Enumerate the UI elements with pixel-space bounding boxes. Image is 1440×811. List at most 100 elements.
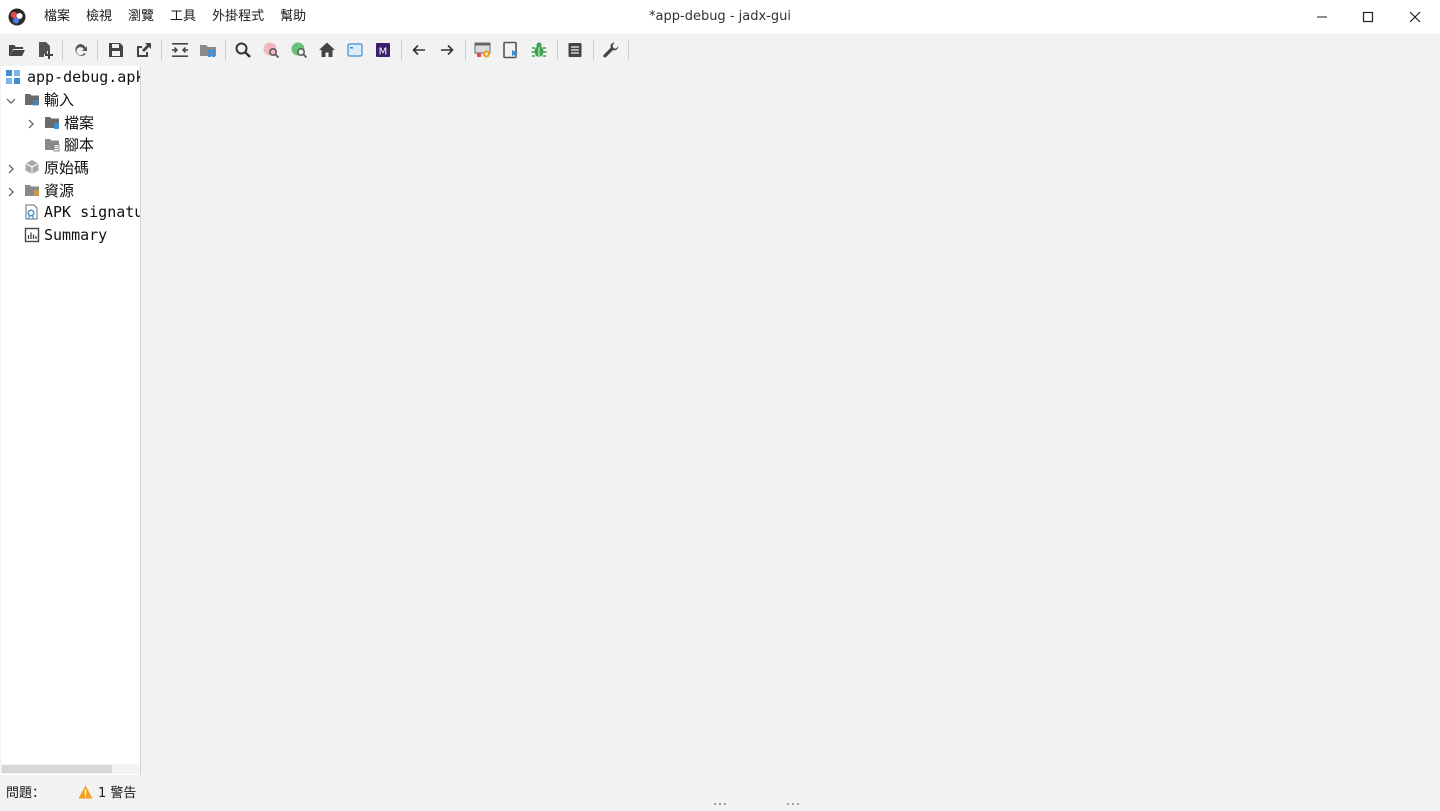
home-button[interactable] [316, 39, 338, 61]
forward-button[interactable] [436, 39, 458, 61]
class-search-icon [291, 42, 308, 59]
tree-label-files: 檔案 [64, 113, 95, 132]
chevron-right-icon[interactable] [5, 186, 17, 198]
quick-view-button[interactable] [344, 39, 366, 61]
tree-node-apk-signature[interactable]: APK signature [24, 201, 140, 223]
add-files-icon [39, 42, 53, 59]
maximize-button[interactable] [1345, 0, 1391, 34]
save-icon [109, 43, 123, 57]
smali-icon: M [376, 43, 390, 58]
device-icon [503, 41, 518, 59]
menu-view[interactable]: 檢視 [78, 0, 120, 34]
toolbar-separator [97, 40, 98, 60]
open-file-button[interactable] [6, 39, 28, 61]
tree-node-files[interactable]: 檔案 [44, 111, 94, 133]
quick-view-icon [347, 43, 363, 57]
minimize-icon [1317, 16, 1327, 18]
toolbar-separator [401, 40, 402, 60]
tree-label-summary: Summary [44, 226, 108, 244]
tree-node-root[interactable]: app-debug.apk [5, 66, 141, 88]
reload-button[interactable] [69, 39, 91, 61]
apk-root-icon [6, 70, 20, 84]
chevron-right-icon[interactable] [5, 163, 17, 175]
class-search-button[interactable] [288, 39, 310, 61]
chevron-down-icon[interactable] [5, 95, 17, 107]
usage-search-icon [263, 42, 280, 59]
export-button[interactable] [133, 39, 155, 61]
search-icon [235, 42, 251, 58]
back-arrow-icon [412, 44, 425, 56]
menu-file[interactable]: 檔案 [36, 0, 78, 34]
toolbar-separator [628, 40, 629, 60]
minimize-button[interactable] [1299, 0, 1345, 34]
flatten-packages-button[interactable] [197, 39, 219, 61]
warnings-count: 1 警告 [98, 786, 137, 801]
tree-label-apk-signature: APK signature [44, 203, 140, 221]
toolbar-separator [465, 40, 466, 60]
folder-resources-icon [25, 185, 39, 196]
tree-label-scripts: 腳本 [64, 135, 95, 154]
sync-with-editor-icon [172, 43, 188, 57]
tree-node-source[interactable]: 原始碼 [24, 156, 89, 178]
tree-label-inputs: 輸入 [44, 90, 75, 109]
export-icon [137, 43, 151, 57]
menu-help[interactable]: 幫助 [272, 0, 314, 34]
bottom-grip-icon[interactable] [713, 802, 727, 806]
text-search-button[interactable] [232, 39, 254, 61]
tree-label-source: 原始碼 [44, 158, 90, 177]
summary-chart-icon [24, 227, 40, 243]
folder-inputs-icon [25, 94, 39, 106]
warning-icon [78, 785, 93, 798]
preferences-button[interactable] [600, 39, 622, 61]
tree-node-inputs[interactable]: 輸入 [24, 88, 74, 110]
title-bar: 檔案 檢視 瀏覽 工具 外掛程式 幫助 *app-debug - jadx-gu… [0, 0, 1440, 34]
chevron-right-icon[interactable] [25, 118, 37, 130]
toolbar-separator [225, 40, 226, 60]
tree-scrollbar-thumb[interactable] [2, 765, 112, 773]
toolbar-separator [557, 40, 558, 60]
toolbar: M [0, 34, 1440, 66]
add-files-button[interactable] [34, 39, 56, 61]
reload-icon [75, 43, 87, 56]
warnings-indicator[interactable]: 1 警告 [78, 782, 136, 801]
menu-bar: 檔案 檢視 瀏覽 工具 外掛程式 幫助 [36, 0, 314, 34]
close-button[interactable] [1392, 0, 1438, 34]
tree-node-scripts[interactable]: 腳本 [44, 133, 94, 155]
smali-button[interactable]: M [372, 39, 394, 61]
log-icon [568, 43, 582, 57]
tree-label-resources: 資源 [44, 181, 75, 200]
log-viewer-button[interactable] [564, 39, 586, 61]
jadx-logo-icon [8, 8, 26, 26]
home-icon [319, 42, 335, 57]
usage-search-button[interactable] [260, 39, 282, 61]
tree-node-resources[interactable]: 資源 [24, 179, 74, 201]
toolbar-separator [161, 40, 162, 60]
bottom-grip-icon[interactable] [786, 802, 800, 806]
decompile-all-button[interactable] [472, 39, 494, 61]
svg-text:M: M [379, 47, 388, 58]
folder-files-icon [45, 117, 59, 129]
menu-plugins[interactable]: 外掛程式 [204, 0, 272, 34]
preferences-wrench-icon [603, 42, 619, 58]
debug-button[interactable] [528, 39, 550, 61]
maximize-icon [1362, 11, 1374, 23]
tree-node-summary[interactable]: Summary [24, 224, 107, 246]
flatten-packages-icon [200, 45, 216, 57]
device-button[interactable] [500, 39, 522, 61]
sync-with-editor-button[interactable] [169, 39, 191, 61]
back-button[interactable] [408, 39, 430, 61]
forward-arrow-icon [441, 44, 454, 56]
menu-tools[interactable]: 工具 [162, 0, 204, 34]
save-button[interactable] [105, 39, 127, 61]
open-file-icon [9, 45, 25, 56]
decompile-all-icon [474, 42, 491, 58]
certificate-icon [25, 204, 38, 220]
tree-label-root: app-debug.apk [27, 68, 141, 86]
close-icon [1409, 11, 1421, 23]
source-package-icon [25, 160, 39, 174]
editor-area[interactable] [142, 66, 1440, 775]
project-tree[interactable]: app-debug.apk 輸入 檔案 腳本 原始碼 資源 APK signat… [1, 66, 141, 775]
debug-bug-icon [531, 42, 547, 57]
issues-label: 問題： [6, 786, 46, 801]
menu-navigation[interactable]: 瀏覽 [120, 0, 162, 34]
